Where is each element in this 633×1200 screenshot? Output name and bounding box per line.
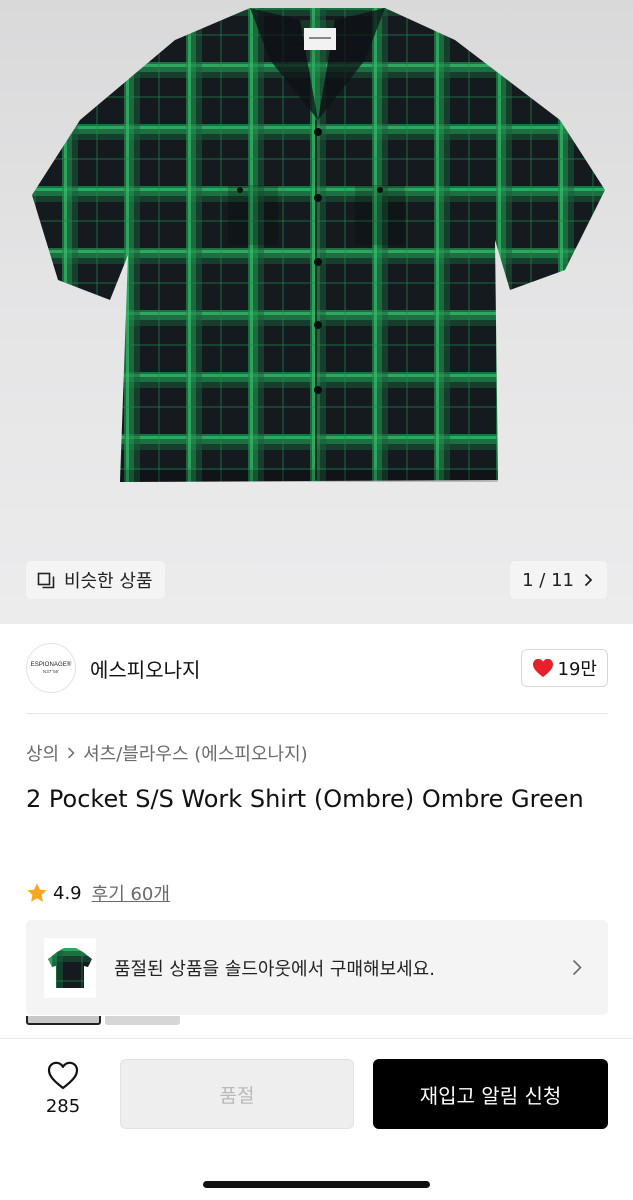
divider xyxy=(26,713,608,714)
product-image xyxy=(32,8,605,482)
brand-logo-line2: N37°56' xyxy=(43,669,59,674)
product-rating: 4.9 후기 60개 xyxy=(26,880,170,906)
product-title: 2 Pocket S/S Work Shirt (Ombre) Ombre Gr… xyxy=(26,785,584,813)
image-counter-text: 1 / 11 xyxy=(522,569,574,591)
chevron-right-icon xyxy=(572,959,582,976)
option-tab[interactable] xyxy=(105,1016,180,1025)
brand-row: ESPIONAGE® N37°56' 에스피오나지 19만 xyxy=(26,643,608,693)
breadcrumb: 상의 셔츠/블라우스 (에스피오나지) xyxy=(26,740,308,766)
shirt-thumbnail-image xyxy=(48,947,92,988)
brand-name-link[interactable]: 에스피오나지 xyxy=(90,654,200,683)
brand-logo-line1: ESPIONAGE® xyxy=(30,662,72,668)
similar-products-label: 비슷한 상품 xyxy=(64,571,153,592)
heart-filled-icon xyxy=(532,658,553,678)
similar-products-button[interactable]: 비슷한 상품 xyxy=(26,561,165,599)
brand-like-count: 19만 xyxy=(557,659,597,680)
home-indicator xyxy=(203,1181,430,1188)
similar-products-icon xyxy=(37,572,55,589)
chevron-right-icon xyxy=(68,747,75,759)
breadcrumb-subcategory[interactable]: 셔츠/블라우스 (에스피오나지) xyxy=(83,740,308,766)
product-image-gallery[interactable]: 비슷한 상품 1 / 11 xyxy=(0,0,633,624)
reviews-link[interactable]: 후기 60개 xyxy=(92,880,170,906)
option-tab-selected[interactable] xyxy=(26,1016,101,1025)
wishlist-count: 285 xyxy=(45,1096,81,1117)
wishlist-button[interactable]: 285 xyxy=(40,1061,86,1117)
rating-score: 4.9 xyxy=(53,882,82,904)
brand-logo[interactable]: ESPIONAGE® N37°56' xyxy=(26,643,76,693)
breadcrumb-category[interactable]: 상의 xyxy=(26,740,59,766)
soldout-button: 품절 xyxy=(120,1059,354,1129)
restock-alert-button[interactable]: 재입고 알림 신청 xyxy=(373,1059,608,1129)
star-icon xyxy=(27,883,47,902)
image-counter-button[interactable]: 1 / 11 xyxy=(510,561,607,599)
soldout-banner[interactable]: 품절된 상품을 솔드아웃에서 구매해보세요. xyxy=(26,920,608,1015)
chevron-right-icon xyxy=(584,573,593,587)
soldout-banner-text: 품절된 상품을 솔드아웃에서 구매해보세요. xyxy=(114,958,435,980)
brand-like-button[interactable]: 19만 xyxy=(520,649,608,687)
heart-outline-icon xyxy=(47,1061,79,1090)
bottom-action-bar: 285 품절 재입고 알림 신청 xyxy=(0,1038,633,1200)
banner-thumbnail xyxy=(44,937,96,998)
